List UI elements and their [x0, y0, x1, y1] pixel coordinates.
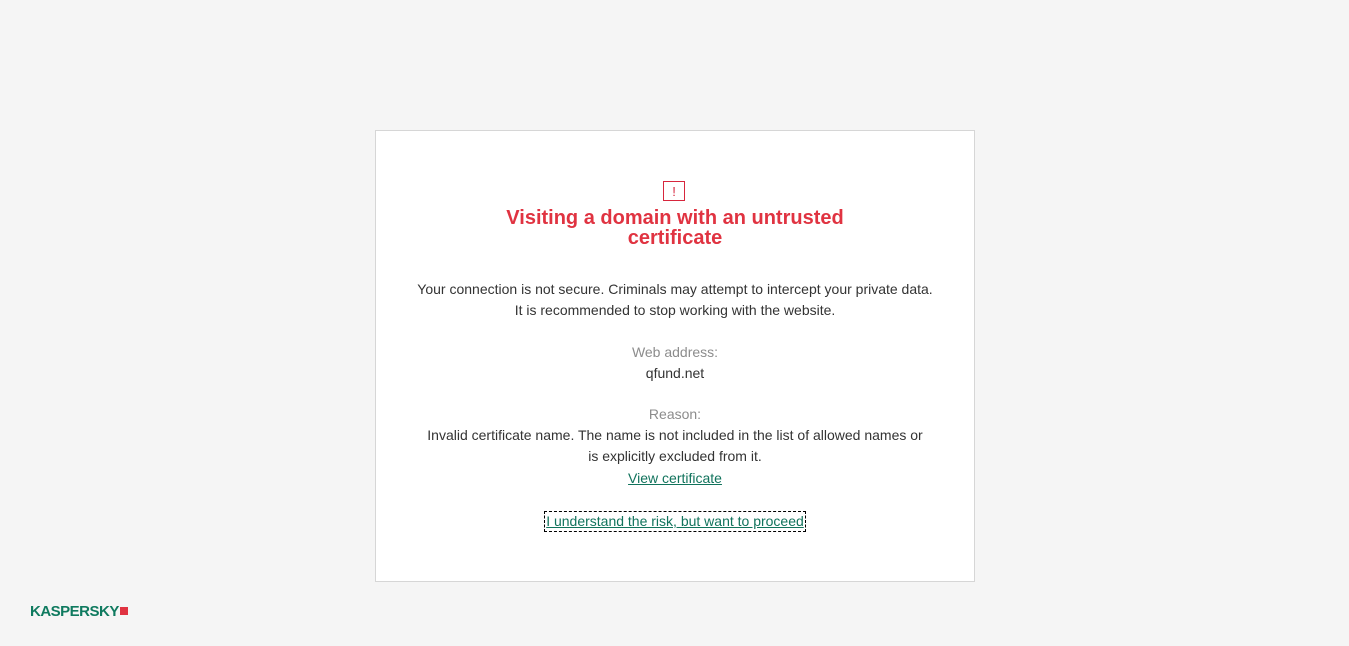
reason-value: Invalid certificate name. The name is no…	[427, 427, 923, 464]
web-address-label: Web address:	[631, 344, 719, 360]
proceed-anyway-link[interactable]: I understand the risk, but want to proce…	[544, 511, 806, 532]
kaspersky-logo-text: KASPERSKY	[30, 603, 119, 620]
warning-card: ! Visiting a domain with an untrusted ce…	[375, 130, 975, 582]
view-certificate-row: View certificate	[376, 468, 974, 489]
kaspersky-lab-logo-icon	[119, 607, 128, 615]
proceed-row: I understand the risk, but want to proce…	[376, 511, 974, 532]
exclamation-warning-icon: !	[663, 181, 685, 201]
reason-label: Reason:	[648, 406, 702, 422]
kaspersky-logo: KASPERSKY	[30, 603, 128, 620]
view-certificate-link[interactable]: View certificate	[628, 470, 722, 486]
web-address-value: qfund.net	[645, 365, 705, 381]
warning-description: Your connection is not secure. Criminals…	[417, 281, 933, 318]
page-title: Visiting a domain with an untrusted cert…	[506, 207, 844, 249]
